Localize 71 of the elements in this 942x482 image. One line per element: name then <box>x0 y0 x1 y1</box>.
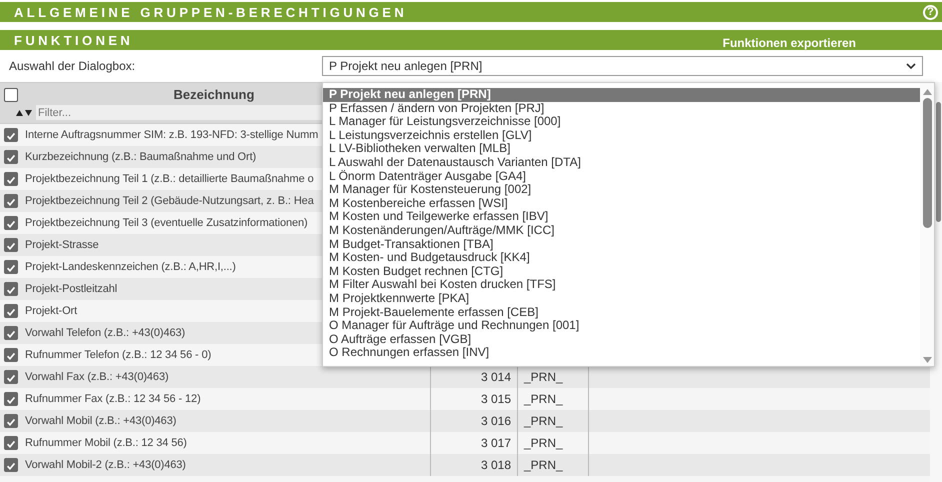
function-name: Projekt-Postleitzahl <box>25 283 118 295</box>
dropdown-option[interactable]: M Budget-Transaktionen [TBA] <box>323 238 920 252</box>
scroll-down-icon[interactable] <box>922 357 932 363</box>
function-code: _PRN_ <box>524 392 563 406</box>
column-header[interactable]: Bezeichnung <box>174 87 254 102</box>
sort-icon[interactable] <box>16 108 32 116</box>
function-name: Kurzbezeichnung (z.B.: Baumaßnahme und Ort) <box>25 151 256 163</box>
page-title: ALLGEMEINE GRUPPEN-BERECHTIGUNGEN <box>14 4 408 20</box>
function-code: _PRN_ <box>524 370 563 384</box>
dropdown-option[interactable]: P Projekt neu anlegen [PRN] <box>323 88 920 102</box>
scroll-up-icon[interactable] <box>922 89 932 95</box>
row-checkbox[interactable] <box>4 216 18 230</box>
row-checkbox[interactable] <box>4 172 18 186</box>
function-name: Projekt-Strasse <box>25 239 99 251</box>
row-checkbox[interactable] <box>4 304 18 318</box>
dropdown-option[interactable]: L LV-Bibliotheken verwalten [MLB] <box>323 142 920 156</box>
row-checkbox[interactable] <box>4 238 18 252</box>
row-checkbox[interactable] <box>4 128 18 142</box>
function-name: Vorwahl Mobil (z.B.: +43(0)463) <box>25 415 176 427</box>
dropdown-option[interactable]: M Filter Auswahl bei Kosten drucken [TFS] <box>323 278 920 292</box>
row-checkbox[interactable] <box>4 260 18 274</box>
dropdown-option[interactable]: O Aufträge erfassen [VGB] <box>323 332 920 346</box>
function-name: Vorwahl Telefon (z.B.: +43(0)463) <box>25 327 186 339</box>
row-checkbox[interactable] <box>4 436 18 450</box>
dropdown-option[interactable]: M Manager für Kostensteuerung [002] <box>323 183 920 197</box>
dropdown-option[interactable]: M Kostenänderungen/Aufträge/MMK [ICC] <box>323 224 920 238</box>
row-checkbox[interactable] <box>4 326 18 340</box>
function-name: Rufnummer Mobil (z.B.: 12 34 56) <box>25 437 187 449</box>
function-name: Vorwahl Mobil-2 (z.B.: +43(0)463) <box>25 459 186 471</box>
function-number: 3 014 <box>480 370 511 384</box>
row-checkbox[interactable] <box>4 370 18 384</box>
function-code: _PRN_ <box>524 414 563 428</box>
chevron-icon <box>906 62 916 70</box>
row-checkbox[interactable] <box>4 348 18 362</box>
dropdown-option[interactable]: M Projektkennwerte [PKA] <box>323 292 920 306</box>
dropdown-option[interactable]: M Kostenbereiche erfassen [WSI] <box>323 196 920 210</box>
dropdown-option[interactable]: M Kosten Budget rechnen [CTG] <box>323 264 920 278</box>
section-title: FUNKTIONEN <box>14 32 134 48</box>
select-all-checkbox[interactable] <box>4 88 18 102</box>
function-name: Projektbezeichnung Teil 1 (z.B.: detaillierte Baumaßnahme o <box>25 173 314 185</box>
function-name: Projekt-Ort <box>25 305 78 317</box>
function-name: Projektbezeichnung Teil 2 (Gebäude-Nutzungsart, z. B.: Hea <box>25 195 314 207</box>
dropdown-option[interactable]: L Leistungsverzeichnis erstellen [GLV] <box>323 128 920 142</box>
dialog-select[interactable]: P Projekt neu anlegen [PRN] <box>322 56 923 76</box>
function-number: 3 015 <box>480 392 511 406</box>
row-checkbox[interactable] <box>4 194 18 208</box>
function-name: Interne Auftragsnummer SIM: z.B. 193-NFD: 3-stellige Numm <box>25 129 318 141</box>
function-name: Projektbezeichnung Teil 3 (eventuelle Zusatzinformationen) <box>25 217 308 229</box>
dropdown-option[interactable]: M Projekt-Bauelemente erfassen [CEB] <box>323 306 920 320</box>
dropdown-option[interactable]: M Kosten- und Budgetausdruck [KK4] <box>323 251 920 265</box>
function-name: Rufnummer Fax (z.B.: 12 34 56 - 12) <box>25 393 201 405</box>
row-checkbox[interactable] <box>4 150 18 164</box>
row-checkbox[interactable] <box>4 282 18 296</box>
dropdown-scrollbar[interactable] <box>920 83 934 366</box>
function-number: 3 017 <box>480 436 511 450</box>
function-name: Projekt-Landeskennzeichen (z.B.: A,HR,I,...) <box>25 261 236 273</box>
function-name: Vorwahl Fax (z.B.: +43(0)463) <box>25 371 169 383</box>
function-number: 3 018 <box>480 458 511 472</box>
dropdown-option[interactable]: O Manager für Aufträge und Rechnungen [001] <box>323 319 920 333</box>
function-code: _PRN_ <box>524 436 563 450</box>
dropdown-option[interactable]: M Kosten und Teilgewerke erfassen [IBV] <box>323 210 920 224</box>
function-number: 3 016 <box>480 414 511 428</box>
dropdown-option[interactable]: L Auswahl der Datenaustausch Varianten [DTA] <box>323 156 920 170</box>
dropdown-option[interactable]: L Önorm Datenträger Ausgabe [GA4] <box>323 170 920 184</box>
function-code: _PRN_ <box>524 458 563 472</box>
function-name: Rufnummer Telefon (z.B.: 12 34 56 - 0) <box>25 349 212 361</box>
row-checkbox[interactable] <box>4 414 18 428</box>
row-checkbox[interactable] <box>4 392 18 406</box>
row-checkbox[interactable] <box>4 458 18 472</box>
select-label: Auswahl der Dialogbox: <box>9 59 136 73</box>
dropdown-option[interactable]: O Rechnungen erfassen [INV] <box>323 346 920 360</box>
